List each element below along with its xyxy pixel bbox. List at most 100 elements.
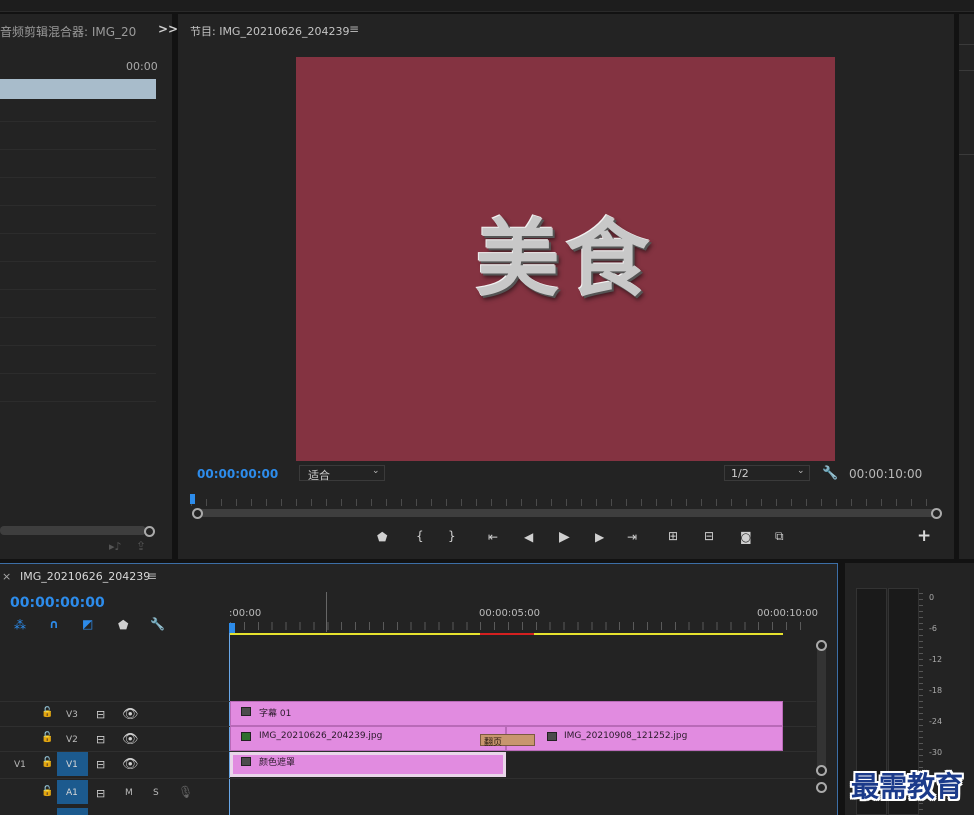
track-label-v3[interactable]: V3 bbox=[66, 710, 78, 720]
source-patch-v1[interactable]: V1 bbox=[14, 760, 26, 770]
fit-dropdown[interactable]: 适合 ⌄ bbox=[299, 465, 385, 482]
lock-icon[interactable]: 🔓 bbox=[41, 733, 53, 743]
right-panel-divider bbox=[959, 154, 974, 155]
panel-menu-icon[interactable]: ≡ bbox=[147, 569, 157, 583]
lock-icon[interactable]: 🔓 bbox=[41, 708, 53, 718]
program-time-ruler[interactable] bbox=[191, 499, 938, 506]
timeline-clip[interactable]: 字幕 01 bbox=[230, 701, 783, 726]
meter-scale-label: 0 bbox=[929, 593, 935, 602]
panel-expand-icon[interactable]: >> bbox=[158, 22, 178, 36]
eye-icon[interactable]: 👁 bbox=[122, 733, 139, 746]
go-to-in-icon[interactable]: ⇤ bbox=[488, 531, 498, 543]
meter-scale-label: -12 bbox=[929, 655, 943, 664]
timeline-playhead-marker[interactable] bbox=[229, 623, 235, 633]
audio-mixer-scrollbar[interactable] bbox=[0, 526, 146, 535]
export-icon[interactable]: ⇪ bbox=[136, 540, 146, 552]
timeline-clip[interactable]: IMG_20210626_204239.jpg bbox=[230, 726, 506, 751]
right-panel-divider bbox=[959, 70, 974, 71]
magnet-snap-icon[interactable]: ∩ bbox=[49, 618, 59, 630]
play-icon[interactable]: ▶ bbox=[559, 530, 570, 544]
transition-block[interactable]: 翻页 bbox=[480, 734, 535, 748]
right-panel-divider bbox=[959, 44, 974, 45]
compare-view-icon[interactable]: ⧉ bbox=[775, 530, 784, 542]
render-status-bar bbox=[480, 633, 534, 635]
fit-dropdown-value: 适合 bbox=[308, 469, 330, 482]
scroll-handle-icon[interactable] bbox=[816, 765, 827, 776]
timeline-timecode[interactable]: 00:00:00:00 bbox=[10, 595, 105, 611]
ruler-label: 00:00:10:00 bbox=[757, 608, 819, 619]
mute-button[interactable]: M bbox=[125, 788, 133, 798]
audio-mixer-title[interactable]: 音频剪辑混合器: IMG_20 bbox=[0, 23, 136, 40]
resolution-dropdown[interactable]: 1/2 ⌄ bbox=[724, 465, 810, 481]
program-monitor-title[interactable]: 节目: IMG_20210626_204239 bbox=[190, 23, 349, 39]
track-label-a1: A1 bbox=[66, 788, 78, 798]
resolution-dropdown-value: 1/2 bbox=[731, 467, 749, 480]
right-side-panel bbox=[959, 14, 974, 559]
scroll-handle-icon[interactable] bbox=[144, 526, 155, 537]
lock-icon[interactable]: 🔓 bbox=[41, 758, 53, 768]
lift-icon[interactable]: ⊞ bbox=[668, 530, 678, 542]
audio-mixer-grid bbox=[0, 121, 156, 403]
scroll-handle-icon[interactable] bbox=[816, 640, 827, 651]
timeline-clip[interactable]: 颜色遮罩 bbox=[230, 752, 506, 777]
program-duration: 00:00:10:00 bbox=[849, 467, 923, 481]
meter-scale-label: -30 bbox=[929, 748, 943, 757]
camera-icon[interactable]: ◙ bbox=[740, 531, 752, 543]
mark-in-icon[interactable]: { bbox=[416, 530, 424, 542]
mark-out-icon[interactable]: } bbox=[448, 530, 456, 542]
sync-lock-icon[interactable]: ⊟ bbox=[96, 734, 105, 745]
watermark-logo: 最需教育 bbox=[851, 770, 964, 803]
sync-lock-icon[interactable]: ⊟ bbox=[96, 709, 105, 720]
sync-lock-icon[interactable]: ⊟ bbox=[96, 759, 105, 770]
scroll-handle-icon[interactable] bbox=[192, 508, 203, 519]
timeline-title[interactable]: IMG_20210626_204239 bbox=[20, 570, 150, 583]
wrench-icon[interactable]: 🔧 bbox=[150, 618, 165, 630]
ruler-label: :00:00 bbox=[229, 608, 262, 619]
extract-icon[interactable]: ⊟ bbox=[704, 530, 714, 542]
add-button-icon[interactable]: + bbox=[917, 526, 931, 546]
meter-scale-label: -6 bbox=[929, 624, 937, 633]
step-back-icon[interactable]: ◀ bbox=[524, 531, 533, 543]
step-forward-icon[interactable]: ▶ bbox=[595, 531, 604, 543]
snap-nested-icon[interactable]: ⁂ bbox=[14, 619, 26, 631]
lock-icon[interactable]: 🔓 bbox=[41, 787, 53, 797]
video-title-text: 美食 bbox=[475, 209, 656, 308]
fx-badge-icon bbox=[241, 732, 251, 741]
add-marker-icon[interactable]: ⬟ bbox=[118, 619, 128, 631]
scroll-handle-icon[interactable] bbox=[931, 508, 942, 519]
solo-button[interactable]: S bbox=[153, 788, 159, 798]
fx-badge-icon bbox=[241, 707, 251, 716]
audio-track-icon[interactable]: ▸♪ bbox=[109, 541, 122, 552]
program-current-time[interactable]: 00:00:00:00 bbox=[197, 467, 278, 481]
fx-badge-icon bbox=[547, 732, 557, 741]
clip-label: IMG_20210626_204239.jpg bbox=[259, 731, 383, 741]
transition-label: 翻页 bbox=[484, 738, 503, 748]
program-zoom-scrollbar[interactable] bbox=[197, 509, 937, 517]
audio-mixer-track-bar[interactable] bbox=[0, 79, 156, 99]
add-marker-icon[interactable]: ⬟ bbox=[377, 531, 387, 543]
playhead-marker[interactable] bbox=[190, 494, 195, 504]
top-panel-strip bbox=[0, 0, 974, 12]
go-to-out-icon[interactable]: ⇥ bbox=[627, 531, 637, 543]
eye-icon[interactable]: 👁 bbox=[122, 758, 139, 771]
clip-label: 字幕 01 bbox=[259, 709, 292, 719]
timeline-panel: × IMG_20210626_204239 ≡ 00:00:00:00 ⁂ ∩ … bbox=[0, 563, 838, 815]
chevron-down-icon: ⌄ bbox=[797, 466, 805, 476]
wrench-icon[interactable]: 🔧 bbox=[822, 467, 838, 480]
timeline-ruler-ticks[interactable] bbox=[230, 622, 814, 630]
track-label-v2[interactable]: V2 bbox=[66, 735, 78, 745]
program-monitor-panel: 节目: IMG_20210626_204239 ≡ 美食 00:00:00:00… bbox=[178, 14, 954, 559]
track-target-a2[interactable] bbox=[57, 808, 88, 815]
linked-selection-icon[interactable]: ◩ bbox=[82, 618, 93, 630]
eye-icon[interactable]: 👁 bbox=[122, 708, 139, 721]
timeline-close-icon[interactable]: × bbox=[2, 570, 11, 583]
microphone-icon[interactable]: 🎙 bbox=[178, 786, 193, 798]
timeline-vertical-scrollbar[interactable] bbox=[817, 644, 826, 774]
ruler-divider bbox=[326, 592, 327, 632]
clip-label: 颜色遮罩 bbox=[259, 758, 296, 768]
sync-lock-icon[interactable]: ⊟ bbox=[96, 788, 105, 799]
scroll-handle-icon[interactable] bbox=[816, 782, 827, 793]
meter-scale-label: -18 bbox=[929, 686, 943, 695]
timeline-clip[interactable]: IMG_20210908_121252.jpg bbox=[506, 726, 783, 751]
panel-menu-icon[interactable]: ≡ bbox=[349, 22, 359, 36]
